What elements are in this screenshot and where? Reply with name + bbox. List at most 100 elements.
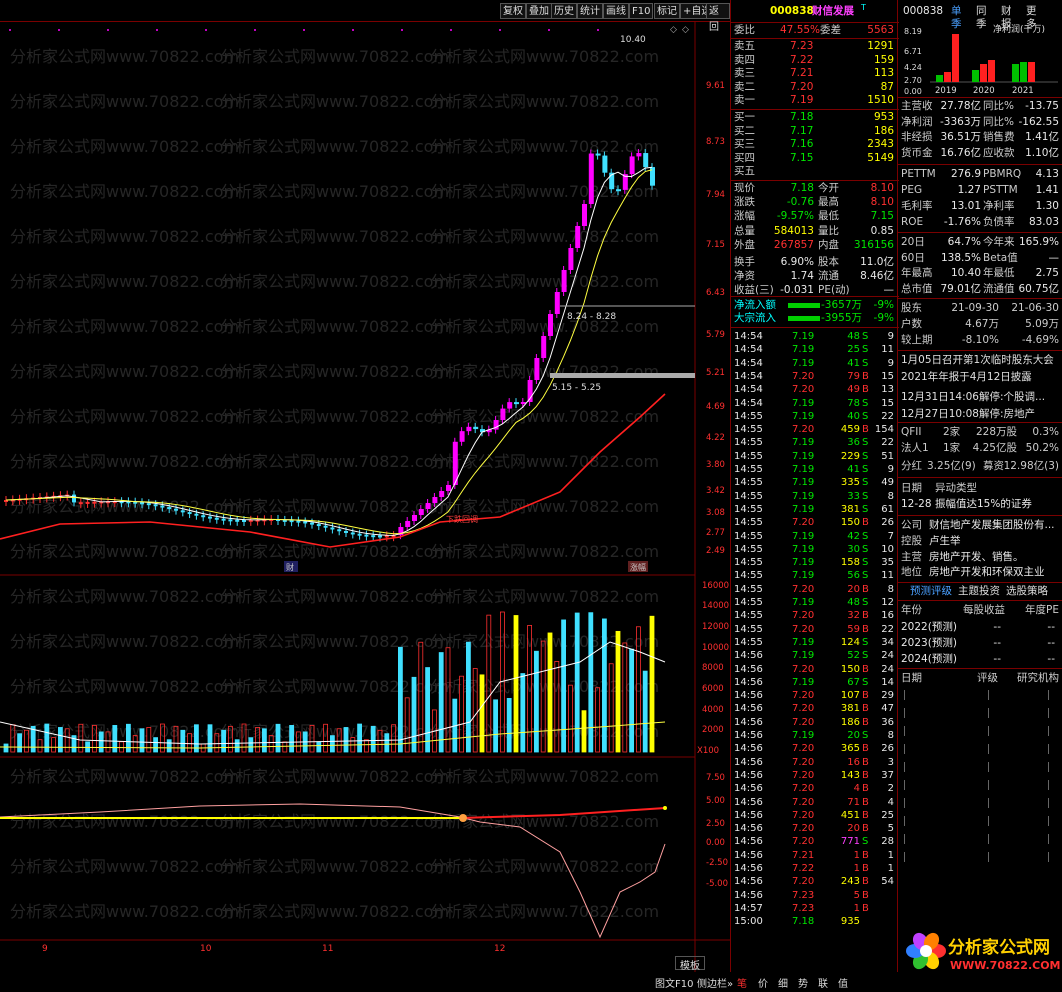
toolbar-btn-4[interactable]: 画线: [603, 3, 629, 19]
forecast-cell: 2022(预测): [901, 621, 957, 633]
candle: [194, 513, 199, 516]
price-tick: 8.73: [706, 137, 725, 147]
fin-bar: [944, 72, 951, 82]
bottom-tab-1[interactable]: 侧边栏»: [697, 975, 733, 990]
tape-count: 9: [887, 464, 894, 475]
tape-volume: 78: [847, 397, 860, 409]
tape-side: B: [862, 809, 869, 821]
stat-label: 外盘: [734, 238, 755, 251]
ask-label: 卖一: [734, 94, 755, 106]
watermark: 分析家公式网www.70822.com: [10, 92, 239, 111]
bid-row[interactable]: 买四 7.15 5149: [734, 152, 896, 165]
volume-bar: [289, 725, 295, 753]
candle: [466, 426, 472, 432]
ask-label: 卖二: [734, 80, 755, 93]
kline-chart[interactable]: 分析家公式网www.70822.com 分析家公式网www.70822.com 分析…: [0, 22, 730, 972]
bottom-tab-2[interactable]: 笔: [737, 975, 747, 990]
bottom-tab-3[interactable]: 价: [758, 975, 768, 990]
candle: [378, 535, 382, 538]
flower-logo-icon: [906, 932, 946, 970]
candle: [146, 503, 151, 506]
forecast-head-cell: 年度PE: [1025, 604, 1059, 616]
stat-value: 8.10: [870, 196, 894, 209]
bid-row[interactable]: 买一 7.18 953: [734, 111, 896, 124]
ask-volume: 1510: [867, 94, 894, 106]
weibi-value: 47.55%: [780, 24, 821, 36]
tape-time: 14:55: [734, 557, 763, 569]
candle: [180, 510, 185, 513]
candle: [405, 521, 411, 527]
bid-volume: 2343: [867, 138, 894, 150]
anom-row[interactable]: 12-28 振幅值达15%的证券: [901, 498, 1059, 511]
news-item[interactable]: 2021年年报于4月12日披露: [901, 371, 1059, 384]
tape-side: B: [862, 703, 869, 715]
flow-label: 净流入额: [734, 299, 776, 311]
tape-time: 14:56: [734, 769, 763, 781]
forecast-row: 2023(预测) -- --: [901, 637, 1059, 650]
candle: [588, 153, 594, 204]
volume-bar: [397, 646, 403, 753]
volume-bar: [534, 650, 539, 753]
ask-row[interactable]: 卖三 7.21 113: [734, 67, 896, 80]
toolbar-btn-2[interactable]: 历史: [551, 3, 577, 19]
bottom-tab-0[interactable]: 图文F10: [655, 975, 693, 990]
ask-row[interactable]: 卖五 7.23 1291: [734, 40, 896, 53]
ask-row[interactable]: 卖一 7.19 1510: [734, 94, 896, 107]
volume-bar: [561, 619, 566, 753]
holder-cell: 5.09万: [1025, 318, 1059, 330]
bid-row[interactable]: 买五: [734, 165, 896, 178]
bid-row[interactable]: 买二 7.17 186: [734, 125, 896, 138]
toolbar-btn-5[interactable]: F10: [629, 3, 654, 19]
forecast-tab-0[interactable]: 预测评级: [910, 585, 960, 598]
tape-time: 14:56: [734, 863, 763, 874]
toolbar-btn-6[interactable]: 标记: [654, 3, 680, 19]
val-row: PETTM 276.9 PBMRQ 4.13: [901, 168, 1059, 181]
ask-row[interactable]: 卖四 7.22 159: [734, 54, 896, 67]
tape-row: 14:55 7.19 335 S 49: [734, 477, 896, 489]
forecast-tab-2[interactable]: 选股策略: [1006, 585, 1056, 598]
tape-price: 7.20: [792, 769, 815, 781]
tape-price: 7.20: [792, 876, 815, 888]
tape-count: 1: [887, 863, 894, 874]
bid-volume: 5149: [867, 151, 894, 164]
tape-price: 7.19: [792, 557, 815, 569]
tape-price: 7.19: [792, 437, 815, 449]
watermark: 分析家公式网www.70822.com: [220, 182, 449, 201]
tape-side: S: [862, 397, 869, 409]
toolbar-btn-3[interactable]: 统计: [577, 3, 603, 19]
toolbar-btn-8[interactable]: 返回: [706, 3, 730, 33]
stat-label: 净资: [734, 270, 755, 283]
inst-label: QFII: [901, 426, 922, 438]
watermark: 分析家公式网www.70822.com: [220, 407, 449, 426]
tape-side: B: [862, 610, 869, 622]
tape-time: 14:55: [734, 464, 763, 475]
value: 4.13: [1035, 168, 1059, 180]
candle: [514, 402, 519, 405]
toolbar-btn-0[interactable]: 复权: [500, 3, 526, 19]
bottom-tab-4[interactable]: 细: [778, 975, 788, 990]
bottom-tab-7[interactable]: 值: [838, 975, 848, 990]
news-item[interactable]: 1月05日召开第1次临时股东大会: [901, 354, 1059, 367]
ask-row[interactable]: 卖二 7.20 87: [734, 81, 896, 94]
toolbar-btn-1[interactable]: 叠加: [526, 3, 552, 19]
volume-bar: [316, 741, 322, 753]
forecast-cell: --: [1047, 621, 1055, 633]
news-item[interactable]: 12月31日14:06解停:个股调...: [901, 391, 1059, 404]
tape-row: 14:56 7.19 20 S 8: [734, 730, 896, 742]
rating-tick: [1048, 708, 1049, 718]
bottom-tab-6[interactable]: 联: [818, 975, 828, 990]
tape-time: 14:56: [734, 836, 763, 848]
stock-name[interactable]: 财信发展: [812, 5, 854, 18]
news-item[interactable]: 12月27日10:08解停:房地产: [901, 408, 1059, 421]
candle: [459, 431, 465, 442]
tape-time: 14:56: [734, 783, 763, 795]
tape-count: 37: [881, 769, 894, 781]
forecast-tab-1[interactable]: 主题投资: [958, 585, 1008, 598]
tape-side: S: [862, 836, 869, 848]
label: PBMRQ: [983, 168, 1022, 180]
bottom-tab-5[interactable]: 势: [798, 975, 808, 990]
volume-tick: 10000: [702, 643, 729, 653]
bid-row[interactable]: 买三 7.16 2343: [734, 138, 896, 151]
stat-value: 1.74: [790, 270, 814, 283]
template-tab[interactable]: 模板: [675, 956, 705, 972]
